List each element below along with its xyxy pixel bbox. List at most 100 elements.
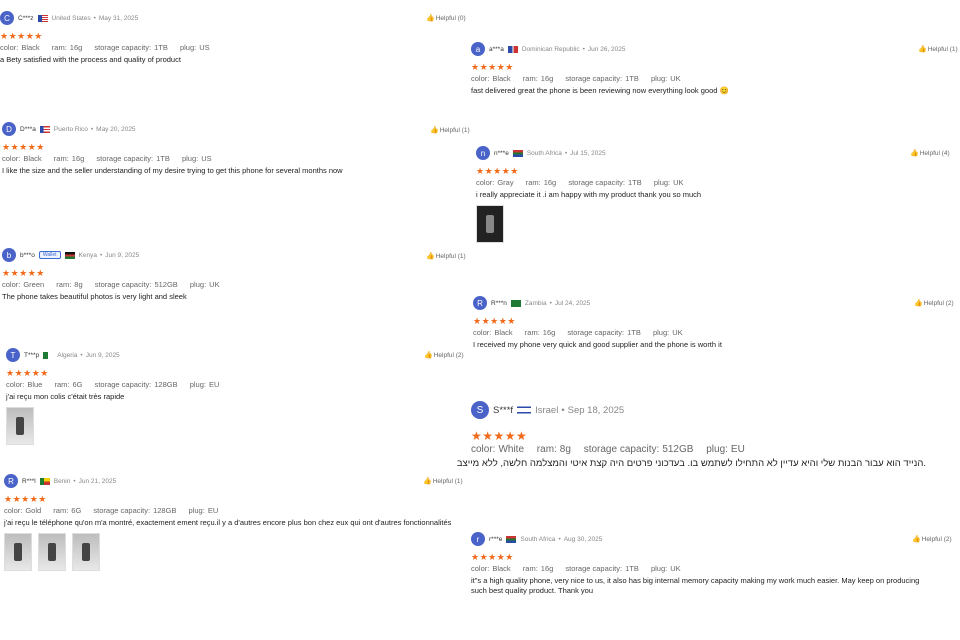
flag-dz-icon bbox=[43, 351, 54, 359]
helpful-count: Helpful (2) bbox=[923, 300, 954, 307]
verified-badge: Wallet bbox=[38, 251, 61, 259]
attr-value: Black bbox=[492, 564, 511, 573]
helpful-button[interactable]: 👍Helpful (2) bbox=[912, 535, 952, 543]
attr-value: 1TB bbox=[625, 564, 639, 573]
reviewer-country: Kenya bbox=[78, 251, 97, 259]
review-card: a a***a Dominican Republic • Jun 26, 202… bbox=[471, 42, 729, 95]
review-text: j'ai reçu le téléphone qu'on m'a montré,… bbox=[4, 518, 452, 527]
helpful-button[interactable]: 👍Helpful (2) bbox=[424, 351, 464, 359]
separator: • bbox=[73, 477, 76, 485]
attr-label: color: bbox=[6, 380, 25, 389]
star-rating: ★★★★★ bbox=[471, 552, 514, 562]
attr-value: EU bbox=[730, 444, 745, 455]
attr-label: color: bbox=[471, 444, 496, 455]
review-text: .הנייד הוא עבור הבנות שלי והיא עדיין לא … bbox=[456, 458, 926, 469]
attr-value: Black bbox=[492, 74, 511, 83]
helpful-count: Helpful (1) bbox=[435, 253, 466, 260]
helpful-count: Helpful (1) bbox=[439, 127, 470, 134]
attr-label: plug: bbox=[188, 506, 205, 515]
sku-attributes: color: Gold ram: 6G storage capacity: 128GB… bbox=[4, 506, 451, 515]
helpful-button[interactable]: 👍Helpful (2) bbox=[914, 299, 954, 307]
avatar: R bbox=[4, 474, 18, 488]
review-card: n n***e South Africa • Jul 15, 2025 ★★★★… bbox=[476, 146, 701, 243]
avatar: D bbox=[2, 122, 16, 136]
helpful-button[interactable]: 👍Helpful (1) bbox=[423, 477, 463, 485]
attr-label: storage capacity: bbox=[565, 74, 623, 83]
attr-label: ram: bbox=[536, 444, 557, 455]
attr-value: 1TB bbox=[625, 74, 639, 83]
flag-do-icon bbox=[507, 45, 518, 53]
review-text: The phone takes beautiful photos is very… bbox=[2, 292, 187, 301]
attr-label: plug: bbox=[181, 154, 199, 163]
attr-value: 8g bbox=[74, 280, 83, 289]
attr-value: 6G bbox=[72, 380, 83, 389]
helpful-button[interactable]: 👍Helpful (0) bbox=[426, 14, 466, 22]
attr-value: 8g bbox=[559, 444, 571, 455]
attr-value: 16g bbox=[71, 154, 85, 163]
flag-za-icon bbox=[506, 535, 517, 543]
review-photo[interactable] bbox=[4, 533, 32, 571]
attr-label: color: bbox=[473, 328, 492, 337]
reviewer-country: Algeria bbox=[57, 351, 78, 359]
review-date: Jul 15, 2025 bbox=[570, 149, 606, 157]
attr-value: UK bbox=[672, 328, 683, 337]
attr-value: 16g bbox=[540, 74, 554, 83]
thumbs-up-icon: 👍 bbox=[424, 352, 433, 359]
helpful-button[interactable]: 👍Helpful (4) bbox=[910, 149, 950, 157]
review-card: r r***e South Africa • Aug 30, 2025 ★★★★… bbox=[471, 532, 919, 595]
reviewer-name: T***p bbox=[24, 351, 40, 359]
sku-attributes: color: Black ram: 16g storage capacity: 1TB… bbox=[0, 43, 220, 52]
reviewer-country: Israel bbox=[535, 404, 559, 416]
sku-attributes: color: Green ram: 8g storage capacity: 512G… bbox=[2, 280, 230, 289]
reviewer-country: South Africa bbox=[526, 149, 562, 157]
attr-label: plug: bbox=[650, 74, 668, 83]
flag-bj-icon bbox=[39, 477, 50, 485]
separator: • bbox=[93, 14, 96, 22]
attr-value: 16g bbox=[542, 328, 556, 337]
attr-value: 16g bbox=[543, 178, 557, 187]
attr-value: US bbox=[201, 154, 212, 163]
attr-value: Gold bbox=[25, 506, 42, 515]
attr-value: EU bbox=[208, 380, 220, 389]
attr-value: Black bbox=[494, 328, 513, 337]
attr-label: storage capacity: bbox=[96, 154, 154, 163]
attr-value: Gray bbox=[497, 178, 514, 187]
review-date: May 31, 2025 bbox=[98, 14, 139, 22]
attr-label: storage capacity: bbox=[568, 178, 626, 187]
helpful-button[interactable]: 👍Helpful (1) bbox=[918, 45, 958, 53]
separator: • bbox=[558, 535, 561, 543]
review-text: a Bety satisfied with the process and qu… bbox=[0, 55, 181, 64]
helpful-count: Helpful (1) bbox=[927, 46, 958, 53]
helpful-button[interactable]: 👍Helpful (1) bbox=[430, 126, 470, 134]
avatar: C bbox=[0, 11, 14, 25]
review-card: S S***f Israel • Sep 18, 2025 ★★★★★ colo… bbox=[456, 401, 926, 469]
review-photo[interactable] bbox=[476, 205, 504, 243]
thumbs-up-icon: 👍 bbox=[912, 536, 921, 543]
separator: • bbox=[549, 299, 552, 307]
star-rating: ★★★★★ bbox=[6, 368, 49, 378]
review-date: Aug 30, 2025 bbox=[563, 535, 603, 543]
review-photo[interactable] bbox=[72, 533, 100, 571]
review-card: R R***l Benin • Jun 21, 2025 ★★★★★ color… bbox=[4, 474, 451, 571]
helpful-button[interactable]: 👍Helpful (1) bbox=[426, 252, 466, 260]
thumbs-up-icon: 👍 bbox=[914, 300, 923, 307]
reviewer-name: D***a bbox=[20, 125, 36, 133]
attr-label: storage capacity: bbox=[94, 380, 152, 389]
attr-label: color: bbox=[2, 154, 21, 163]
attr-value: 512GB bbox=[154, 280, 178, 289]
helpful-count: Helpful (0) bbox=[435, 15, 466, 22]
review-text-continued: such best quality product. Thank you bbox=[471, 586, 594, 595]
attr-value: 1TB bbox=[154, 43, 168, 52]
attr-label: color: bbox=[0, 43, 19, 52]
review-photo[interactable] bbox=[38, 533, 66, 571]
avatar: b bbox=[2, 248, 16, 262]
sku-attributes: color: Black ram: 16g storage capacity: 1TB… bbox=[471, 74, 729, 83]
review-photo[interactable] bbox=[6, 407, 34, 445]
attr-value: UK bbox=[670, 74, 681, 83]
sku-attributes: color: Gray ram: 16g storage capacity: 1TB … bbox=[476, 178, 701, 187]
attr-value: Blue bbox=[27, 380, 43, 389]
attr-label: color: bbox=[4, 506, 23, 515]
attr-label: ram: bbox=[522, 74, 538, 83]
attr-value: Green bbox=[23, 280, 45, 289]
review-photos bbox=[6, 407, 229, 445]
